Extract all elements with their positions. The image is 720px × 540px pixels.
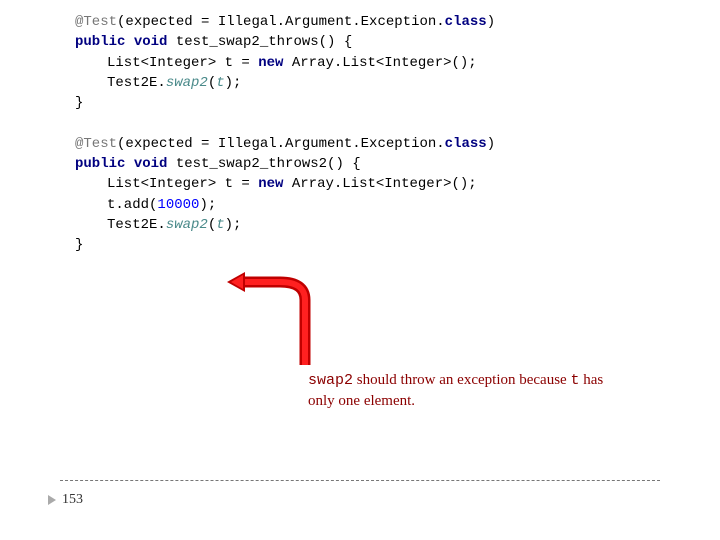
blank1 [75,113,495,133]
annotation-note: swap2 should throw an exception because … [308,370,618,412]
b2-l2: public void test_swap2_throws2() { [75,154,495,174]
b1-l5: } [75,93,495,113]
note-mono-swap2: swap2 [308,372,353,389]
b1-l4: Test2E.swap2(t); [75,73,495,93]
b1-l2: public void test_swap2_throws() { [75,32,495,52]
footer-divider [60,480,660,481]
annotation: @Test [75,136,117,152]
page-marker-icon [48,495,56,505]
callout-arrow-icon [225,270,335,380]
annotation: @Test [75,14,117,30]
b1-l1: @Test(expected = Illegal.Argument.Except… [75,12,495,32]
page-number: 153 [62,492,83,508]
b2-l1: @Test(expected = Illegal.Argument.Except… [75,134,495,154]
b1-l3: List<Integer> t = new Array.List<Integer… [75,53,495,73]
b2-l4: t.add(10000); [75,195,495,215]
b2-l3: List<Integer> t = new Array.List<Integer… [75,174,495,194]
b2-l5: Test2E.swap2(t); [75,215,495,235]
code-area: @Test(expected = Illegal.Argument.Except… [75,12,495,256]
b2-l6: } [75,235,495,255]
